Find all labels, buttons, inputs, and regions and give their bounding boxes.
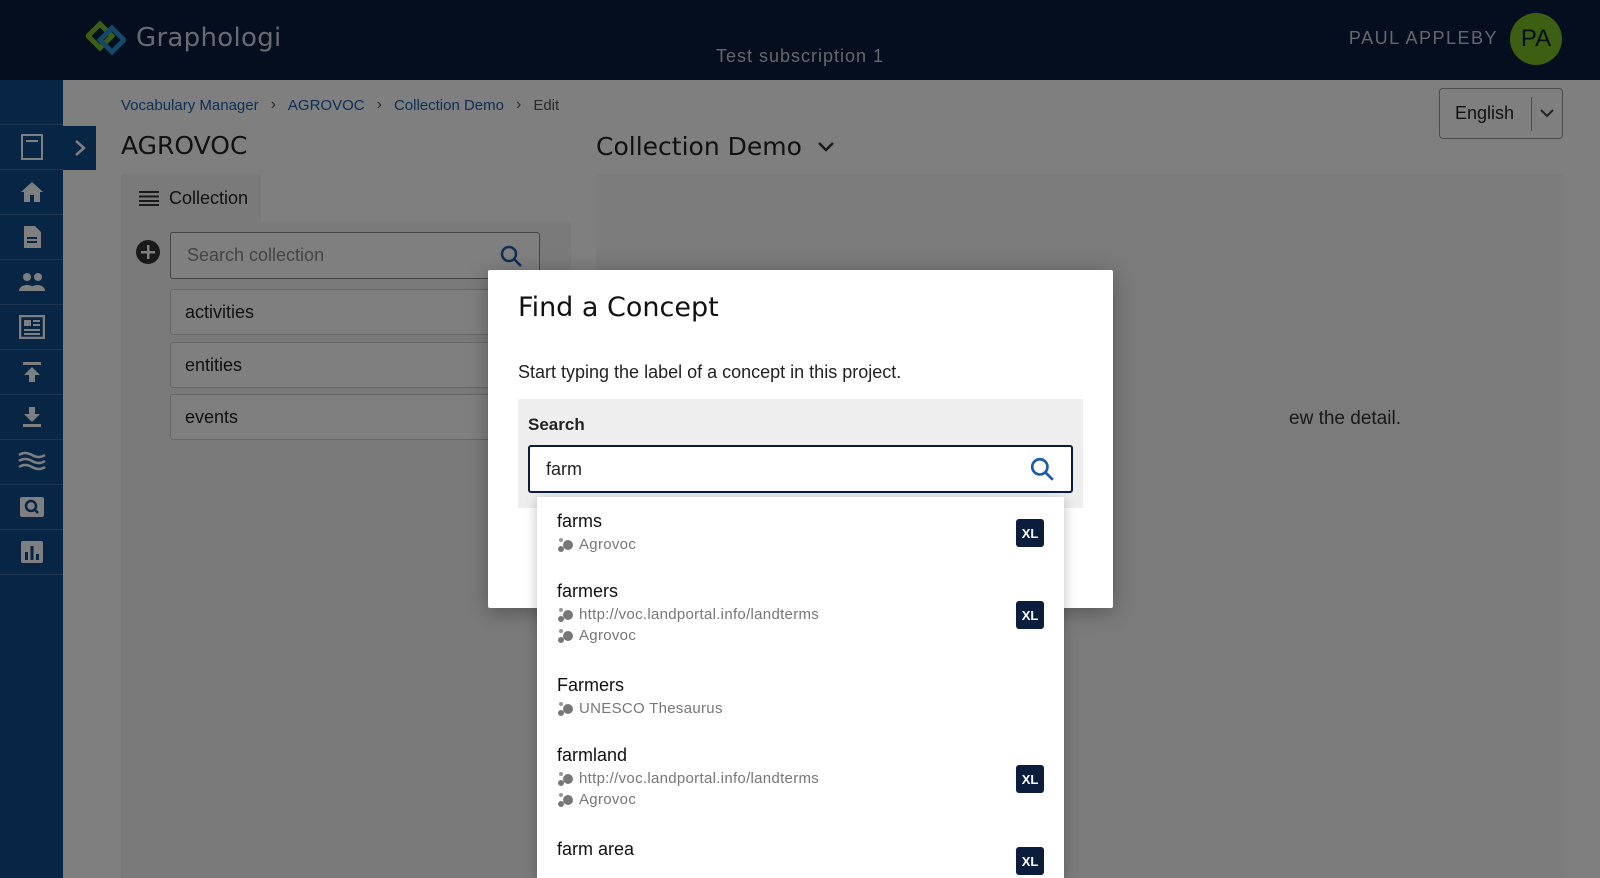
result-source-text: Agrovoc xyxy=(579,536,637,553)
search-area: Search farm xyxy=(518,399,1083,508)
result-item[interactable]: Farmers UNESCO Thesaurus xyxy=(537,661,1064,731)
result-source: Agrovoc xyxy=(557,536,1044,553)
result-source-text: http://voc.landportal.info/landterms xyxy=(579,606,820,623)
result-source-text: UNESCO Thesaurus xyxy=(579,700,723,717)
result-source: UNESCO Thesaurus xyxy=(557,700,1044,717)
dialog-title: Find a Concept xyxy=(518,292,719,323)
result-item[interactable]: farm area XL xyxy=(537,825,1064,878)
source-icon xyxy=(558,771,573,786)
result-source: Agrovoc xyxy=(557,627,1044,644)
xl-badge: XL xyxy=(1016,765,1044,793)
result-label: Farmers xyxy=(557,675,624,695)
result-label: farm area xyxy=(557,839,635,859)
source-icon xyxy=(558,607,573,622)
source-icon xyxy=(558,628,573,643)
result-source-text: http://voc.landportal.info/landterms xyxy=(579,770,820,787)
result-item[interactable]: farmers http://voc.landportal.info/landt… xyxy=(537,567,1064,661)
result-source: http://voc.landportal.info/landterms xyxy=(557,770,1044,787)
source-icon xyxy=(558,537,573,552)
dialog-description: Start typing the label of a concept in t… xyxy=(518,362,902,382)
search-icon[interactable] xyxy=(1029,456,1055,482)
result-label: farmland xyxy=(557,745,628,765)
xl-badge: XL xyxy=(1016,519,1044,547)
source-icon xyxy=(558,701,573,716)
result-label: farms xyxy=(557,511,602,531)
source-icon xyxy=(558,792,573,807)
result-source-text: Agrovoc xyxy=(579,627,637,644)
xl-badge: XL xyxy=(1016,847,1044,875)
result-source: Agrovoc xyxy=(557,791,1044,808)
xl-badge: XL xyxy=(1016,601,1044,629)
result-item[interactable]: farms Agrovoc XL xyxy=(537,497,1064,567)
result-item[interactable]: farmland http://voc.landportal.info/land… xyxy=(537,731,1064,825)
result-label: farmers xyxy=(557,581,619,601)
result-source-text: Agrovoc xyxy=(579,791,637,808)
concept-search-input[interactable]: farm xyxy=(528,445,1073,493)
search-label: Search xyxy=(528,415,585,434)
concept-search-value: farm xyxy=(546,458,582,479)
concept-results-list: farms Agrovoc XL farmers http://voc.land… xyxy=(537,497,1064,878)
result-source: http://voc.landportal.info/landterms xyxy=(557,606,1044,623)
